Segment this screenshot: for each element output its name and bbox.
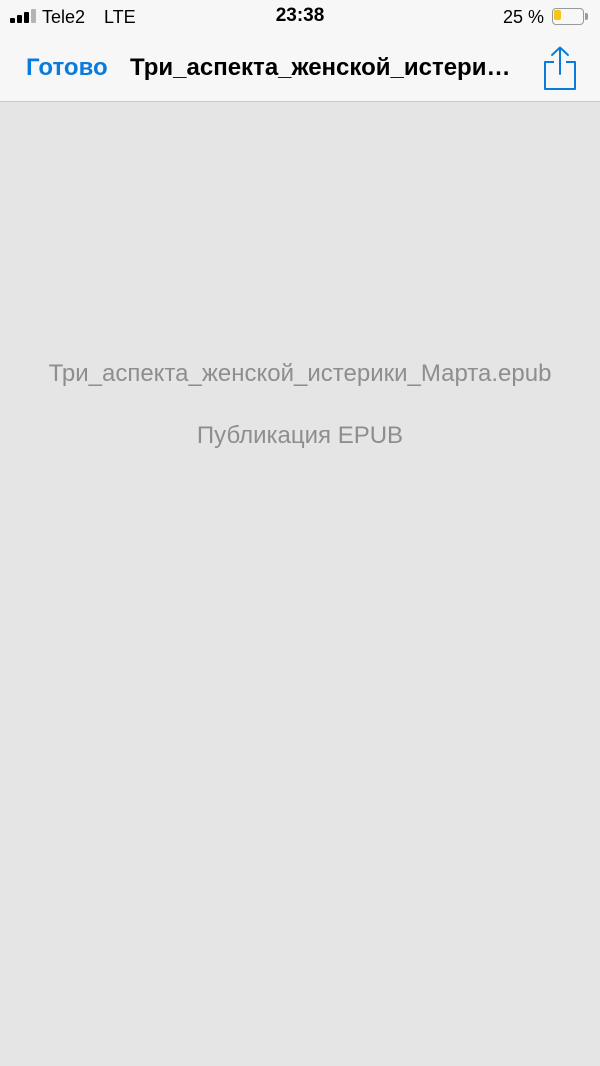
status-bar: Tele2 LTE 23:38 25 % [0,0,600,34]
file-type: Публикация EPUB [196,422,404,449]
document-preview-area: Три_аспекта_женской_истерики_Марта.epub … [0,102,600,1066]
file-name: Три_аспекта_женской_истерики_Марта.epub [48,360,552,387]
nav-title: Три_аспекта_женской_истерики_Марта.epub [130,54,520,81]
navigation-bar: Готово Три_аспекта_женской_истерики_Март… [0,34,600,102]
share-icon [544,46,576,90]
done-button[interactable]: Готово [26,53,108,83]
battery-icon [552,8,588,25]
quick-look-screen: Tele2 LTE 23:38 25 % Готово Три_аспекта_… [0,0,600,1066]
share-button[interactable] [540,44,580,92]
battery-percent: 25 % [502,7,544,27]
